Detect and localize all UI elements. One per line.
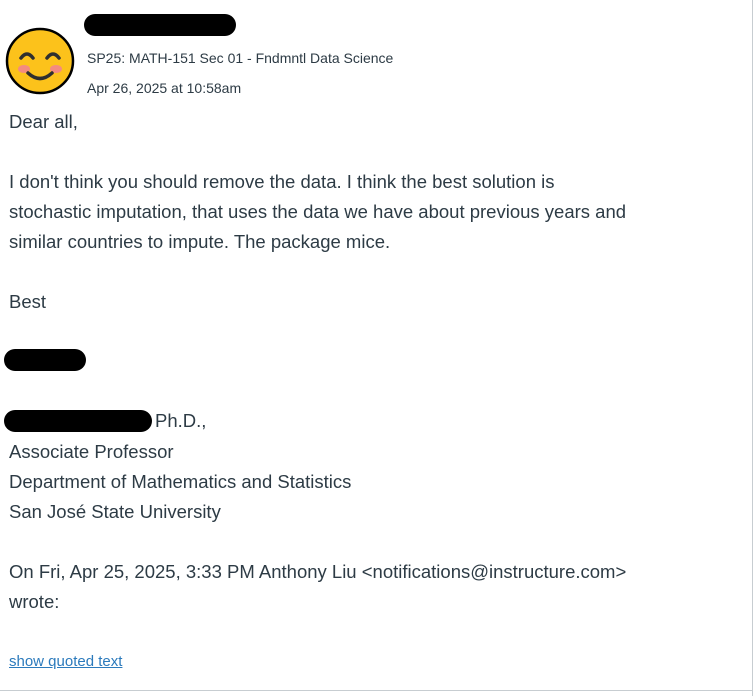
signature-university: San José State University — [9, 501, 221, 522]
greeting: Dear all, — [9, 111, 78, 132]
body-line-1: I don't think you should remove the data… — [9, 171, 555, 192]
closing: Best — [9, 291, 47, 312]
signature-degree: Ph.D., — [155, 410, 207, 431]
body-line-2: stochastic imputation, that uses the dat… — [9, 201, 627, 222]
body-line-3: similar countries to impute. The package… — [9, 231, 391, 252]
quote-header-line-2: wrote: — [9, 591, 60, 612]
message-timestamp: Apr 26, 2025 at 10:58am — [87, 80, 242, 96]
redacted-signature-name — [4, 349, 86, 371]
redacted-sender-name — [84, 14, 236, 36]
quote-header-line-1: On Fri, Apr 25, 2025, 3:33 PM Anthony Li… — [9, 561, 627, 582]
smiling-face-icon — [4, 26, 76, 96]
course-name: SP25: MATH-151 Sec 01 - Fndmntl Data Sci… — [87, 50, 394, 66]
signature-title: Associate Professor — [9, 441, 174, 462]
signature-department: Department of Mathematics and Statistics — [9, 471, 352, 492]
show-quoted-text-link[interactable]: show quoted text — [9, 653, 122, 670]
redacted-full-name — [4, 410, 152, 432]
bottom-divider — [0, 690, 753, 691]
